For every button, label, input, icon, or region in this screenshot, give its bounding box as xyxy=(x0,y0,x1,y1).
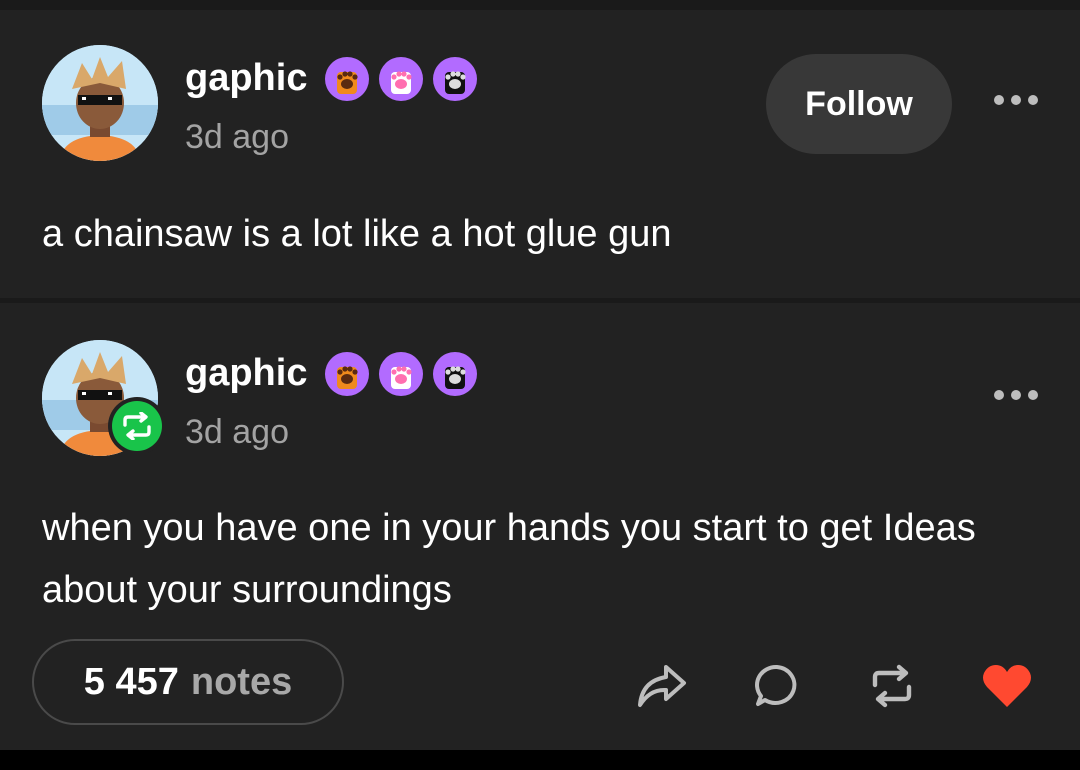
pink-paw-badge-icon[interactable] xyxy=(379,352,423,396)
username[interactable]: gaphic xyxy=(185,55,307,101)
orange-paw-badge-icon[interactable] xyxy=(325,57,369,101)
follow-button[interactable]: Follow xyxy=(766,54,952,154)
username[interactable]: gaphic xyxy=(185,350,307,396)
post-header: gaphic 3d ago Follow xyxy=(42,45,1042,165)
share-icon[interactable] xyxy=(634,658,690,714)
post-timestamp[interactable]: 3d ago xyxy=(185,117,289,157)
badge-row xyxy=(325,352,477,396)
heart-icon[interactable] xyxy=(979,658,1035,714)
pink-paw-badge-icon[interactable] xyxy=(379,57,423,101)
top-divider xyxy=(0,0,1080,10)
bottom-system-bar xyxy=(0,750,1080,770)
notes-label: notes xyxy=(190,660,293,703)
dashboard-feed: gaphic 3d ago Follow a chainsaw is a lot… xyxy=(0,0,1080,770)
notes-button[interactable]: 5 457 notes xyxy=(32,639,344,725)
reblog-icon xyxy=(112,401,162,451)
reply-icon[interactable] xyxy=(749,658,805,714)
post-text: a chainsaw is a lot like a hot glue gun xyxy=(42,213,672,255)
badge-row xyxy=(325,57,477,101)
notes-count: 5 457 xyxy=(83,660,179,703)
orange-paw-badge-icon[interactable] xyxy=(325,352,369,396)
post-divider xyxy=(0,298,1080,303)
reblog-header: gaphic 3d ago xyxy=(42,340,1042,460)
more-options-icon[interactable] xyxy=(992,85,1040,115)
black-paw-badge-icon[interactable] xyxy=(433,352,477,396)
post-text: when you have one in your hands you star… xyxy=(42,507,976,611)
black-paw-badge-icon[interactable] xyxy=(433,57,477,101)
reblog-icon[interactable] xyxy=(864,658,920,714)
post-timestamp[interactable]: 3d ago xyxy=(185,412,289,452)
reblog-badge xyxy=(108,397,166,455)
avatar[interactable] xyxy=(42,45,158,161)
more-options-icon[interactable] xyxy=(992,380,1040,410)
